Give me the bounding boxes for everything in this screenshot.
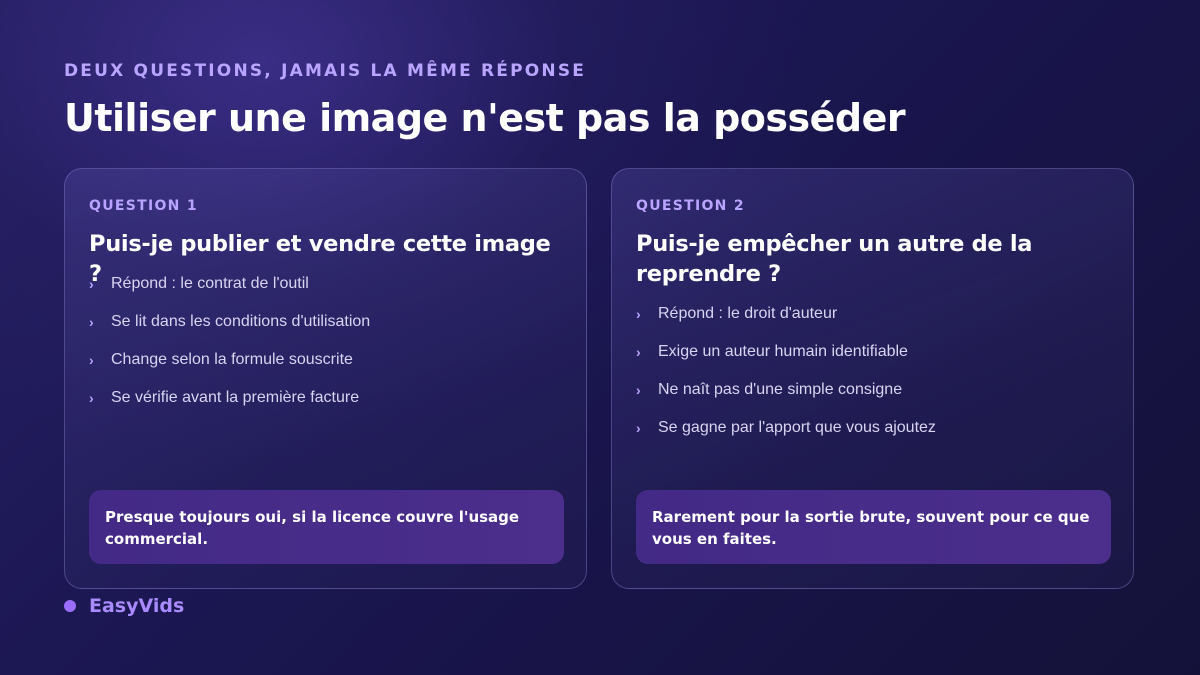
list-item: › Se vérifie avant la première facture bbox=[89, 389, 370, 427]
list-item-text: Répond : le droit d'auteur bbox=[658, 305, 838, 322]
answer-box: Rarement pour la sortie brute, souvent p… bbox=[636, 490, 1111, 564]
list-item-text: Change selon la formule souscrite bbox=[111, 351, 353, 368]
list-item-text: Répond : le contrat de l'outil bbox=[111, 275, 309, 292]
page-title: Utiliser une image n'est pas la posséder bbox=[64, 96, 906, 140]
list-item-text: Ne naît pas d'une simple consigne bbox=[658, 381, 903, 398]
brand: EasyVids bbox=[64, 595, 184, 617]
list-item: › Se gagne par l'apport que vous ajoutez bbox=[636, 419, 936, 457]
brand-dot-icon bbox=[64, 600, 76, 612]
chevron-right-icon: › bbox=[636, 382, 641, 398]
question-card-2: QUESTION 2 Puis-je empêcher un autre de … bbox=[611, 168, 1134, 589]
list-item-text: Exige un auteur humain identifiable bbox=[658, 343, 908, 360]
chevron-right-icon: › bbox=[89, 276, 94, 292]
list-item: › Se lit dans les conditions d'utilisatio… bbox=[89, 313, 370, 351]
list-item: › Ne naît pas d'une simple consigne bbox=[636, 381, 936, 419]
chevron-right-icon: › bbox=[89, 390, 94, 406]
chevron-right-icon: › bbox=[89, 314, 94, 330]
list-item-text: Se vérifie avant la première facture bbox=[111, 389, 360, 406]
list-item-text: Se gagne par l'apport que vous ajoutez bbox=[658, 419, 936, 436]
bullet-list: › Répond : le droit d'auteur › Exige un au… bbox=[636, 305, 936, 457]
question-label: QUESTION 2 bbox=[636, 198, 745, 214]
chevron-right-icon: › bbox=[636, 344, 641, 360]
list-item: › Change selon la formule souscrite bbox=[89, 351, 370, 389]
question-title: Puis-je empêcher un autre de la reprendr… bbox=[636, 231, 1033, 287]
list-item: › Exige un auteur humain identifiable bbox=[636, 343, 936, 381]
answer-box: Presque toujours oui, si la licence couv… bbox=[89, 490, 564, 564]
list-item: › Répond : le contrat de l'outil bbox=[89, 275, 370, 313]
chevron-right-icon: › bbox=[636, 420, 641, 436]
chevron-right-icon: › bbox=[89, 352, 94, 368]
question-label: QUESTION 1 bbox=[89, 198, 198, 214]
brand-name: EasyVids bbox=[89, 595, 185, 617]
question-card-1: QUESTION 1 Puis-je publier et vendre cet… bbox=[64, 168, 587, 589]
chevron-right-icon: › bbox=[636, 306, 641, 322]
bullet-list: › Répond : le contrat de l'outil › Se lit … bbox=[89, 275, 370, 427]
list-item: › Répond : le droit d'auteur bbox=[636, 305, 936, 343]
eyebrow-text: DEUX QUESTIONS, JAMAIS LA MÊME RÉPONSE bbox=[64, 61, 587, 81]
list-item-text: Se lit dans les conditions d'utilisation bbox=[111, 313, 371, 330]
